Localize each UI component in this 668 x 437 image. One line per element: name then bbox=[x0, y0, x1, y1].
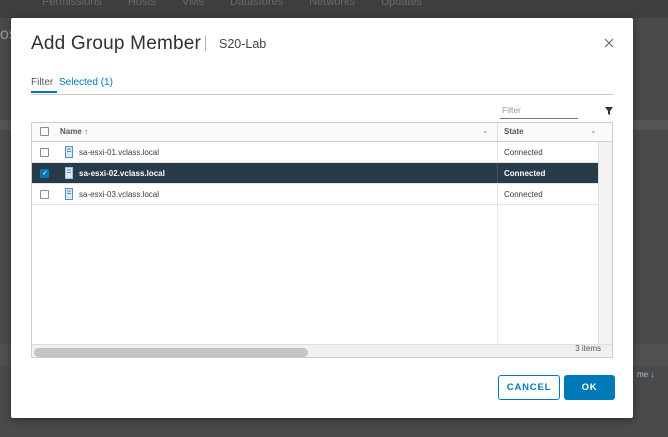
item-count: 3 items bbox=[575, 344, 601, 353]
host-icon bbox=[65, 167, 73, 179]
column-divider bbox=[497, 163, 498, 183]
column-divider bbox=[497, 142, 498, 162]
host-datagrid: Name ↑ ⌄ State ⌄ sa-esxi-01.vclass.local… bbox=[31, 122, 613, 358]
filter-input[interactable] bbox=[500, 101, 578, 119]
ok-button[interactable]: OK bbox=[564, 375, 615, 400]
vertical-scrollbar[interactable] bbox=[598, 142, 612, 344]
table-row[interactable]: ✓ sa-esxi-02.vclass.local Connected bbox=[32, 163, 598, 184]
horizontal-scrollbar-thumb[interactable] bbox=[34, 348, 308, 357]
cancel-button[interactable]: CANCEL bbox=[498, 375, 560, 400]
table-row[interactable]: sa-esxi-03.vclass.local Connected bbox=[32, 184, 598, 205]
add-group-member-dialog: Add Group Member S20-Lab Filter Selected… bbox=[11, 18, 633, 418]
background-tab: Permissions bbox=[42, 0, 102, 8]
background-text-fragment: me ↓ bbox=[637, 370, 655, 379]
host-name: sa-esxi-03.vclass.local bbox=[79, 190, 160, 199]
checkmark-icon: ✓ bbox=[42, 170, 48, 177]
table-row[interactable]: sa-esxi-01.vclass.local Connected bbox=[32, 142, 598, 163]
chevron-down-icon[interactable]: ⌄ bbox=[590, 126, 597, 135]
row-checkbox[interactable]: ✓ bbox=[40, 169, 49, 178]
column-header-name[interactable]: Name ↑ bbox=[60, 127, 88, 136]
background-tab: VMs bbox=[182, 0, 205, 8]
background-tab: Hosts bbox=[127, 0, 157, 8]
host-state: Connected bbox=[504, 148, 543, 157]
host-name: sa-esxi-01.vclass.local bbox=[79, 148, 160, 157]
horizontal-scrollbar[interactable] bbox=[32, 344, 612, 357]
close-icon[interactable] bbox=[600, 34, 618, 52]
column-label: Name bbox=[60, 127, 82, 136]
dialog-subtitle: S20-Lab bbox=[219, 37, 267, 51]
column-divider bbox=[497, 205, 498, 344]
column-divider bbox=[497, 184, 498, 204]
sort-ascending-icon: ↑ bbox=[84, 127, 89, 136]
background-tab: Networks bbox=[309, 0, 356, 8]
tab-filter[interactable]: Filter bbox=[31, 77, 57, 93]
row-checkbox[interactable] bbox=[40, 190, 49, 199]
host-name: sa-esxi-02.vclass.local bbox=[79, 169, 165, 178]
title-divider bbox=[205, 36, 206, 51]
row-checkbox[interactable] bbox=[40, 148, 49, 157]
host-icon bbox=[65, 188, 73, 200]
background-tab: Updates bbox=[381, 0, 423, 8]
background-tab: Datastores bbox=[230, 0, 284, 8]
host-state: Connected bbox=[504, 190, 543, 199]
dialog-title: Add Group Member bbox=[31, 33, 202, 54]
column-header-state[interactable]: State bbox=[504, 127, 524, 136]
host-icon bbox=[65, 146, 73, 158]
tab-bar: Filter Selected (1) bbox=[31, 76, 614, 95]
background-tab-bar: Permissions Hosts VMs Datastores Network… bbox=[0, 0, 668, 18]
funnel-icon[interactable] bbox=[605, 107, 613, 115]
grid-header: Name ↑ ⌄ State ⌄ bbox=[32, 123, 612, 142]
select-all-checkbox[interactable] bbox=[40, 127, 49, 136]
column-divider[interactable] bbox=[497, 123, 498, 141]
chevron-down-icon[interactable]: ⌄ bbox=[482, 126, 489, 135]
host-state: Connected bbox=[504, 169, 546, 178]
tab-selected[interactable]: Selected (1) bbox=[59, 77, 113, 88]
